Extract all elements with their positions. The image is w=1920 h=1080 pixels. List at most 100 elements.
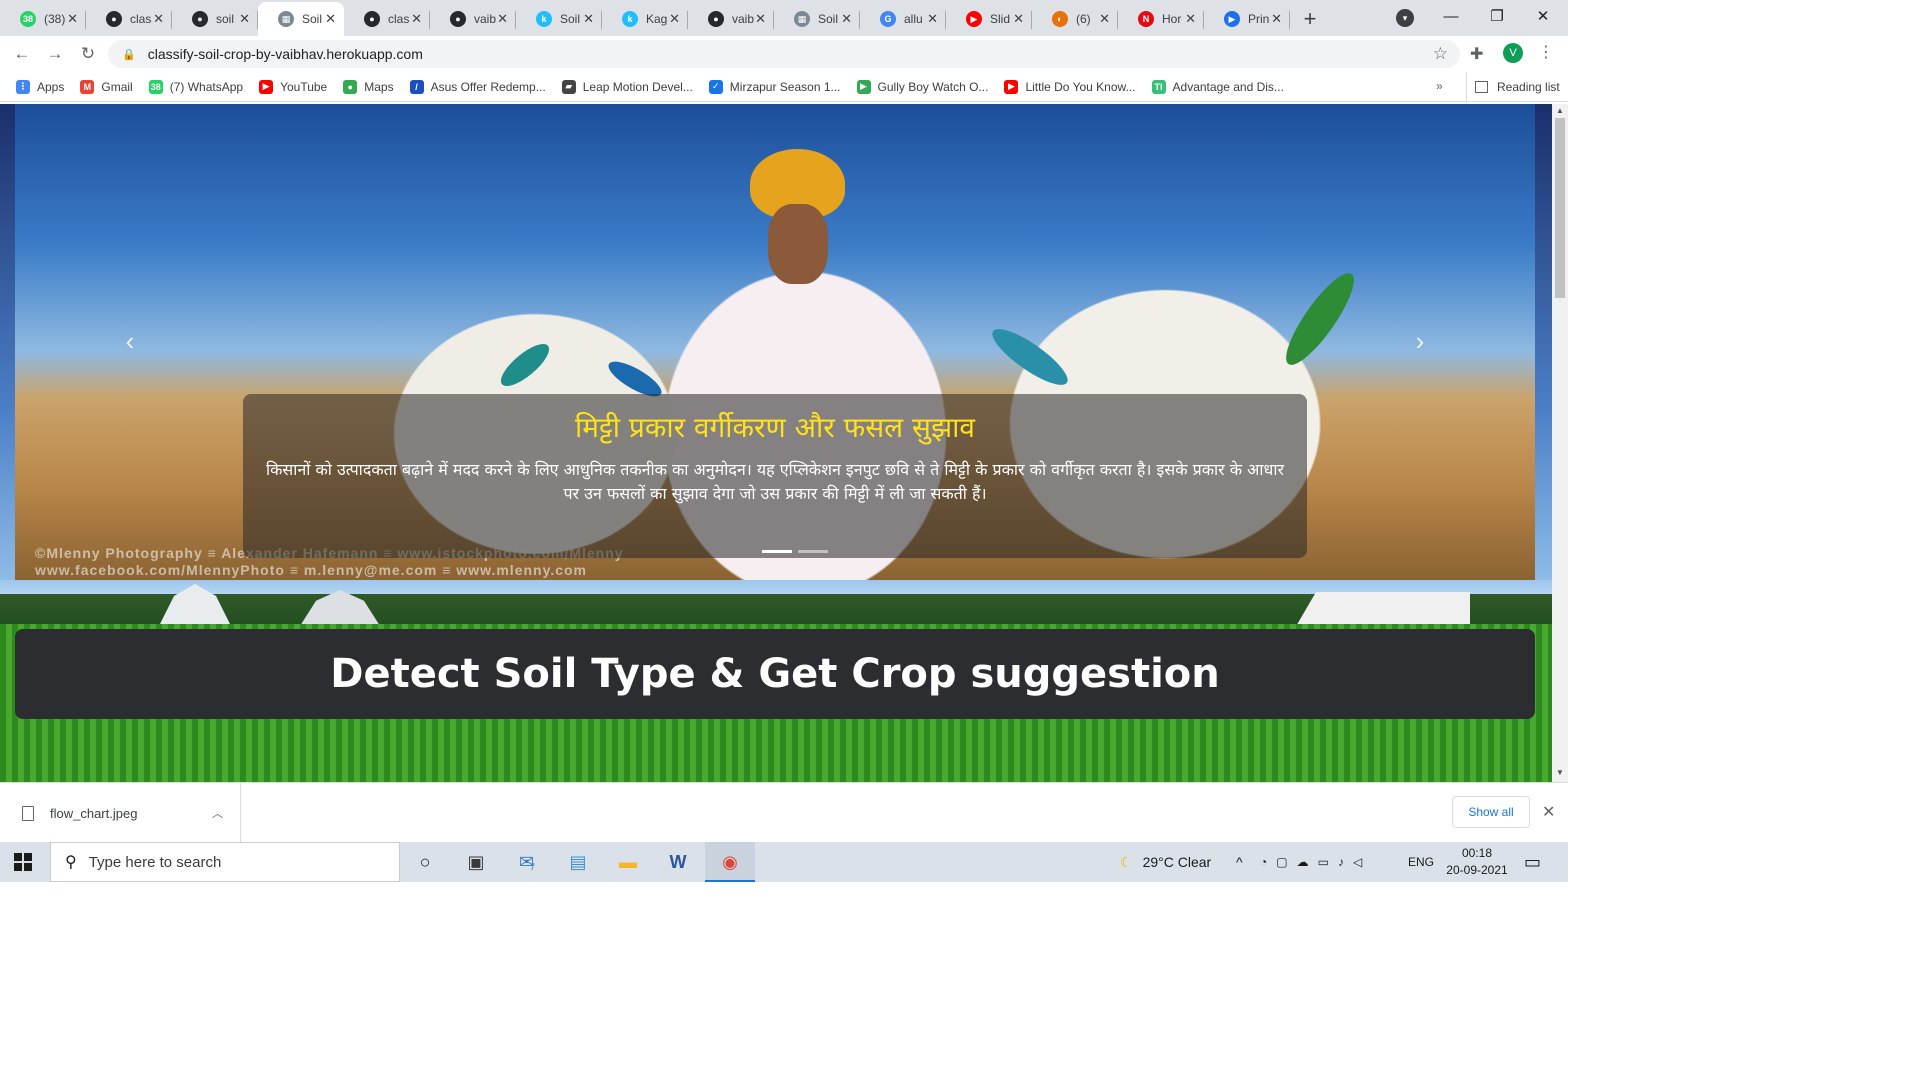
onedrive-icon[interactable]: ☁ [1297, 855, 1309, 869]
browser-tab[interactable]: ▦ Soil ✕ [774, 2, 860, 36]
bookmark-item[interactable]: ▰ Leap Motion Devel... [561, 79, 693, 94]
chrome-icon[interactable]: ◉ [717, 850, 743, 874]
scroll-up-icon[interactable]: ▲ [1556, 106, 1564, 115]
bookmark-item[interactable]: M Gmail [80, 79, 133, 94]
carousel-prev-icon[interactable]: ‹ [115, 326, 145, 356]
lock-icon[interactable]: 🔒 [122, 48, 136, 61]
taskbar-search-box[interactable]: ⚲ Type here to search [50, 842, 400, 882]
close-icon[interactable]: ✕ [1271, 11, 1282, 27]
close-icon[interactable]: ✕ [841, 11, 852, 27]
browser-tab[interactable]: N Hor ✕ [1118, 2, 1204, 36]
reload-icon[interactable]: ↻ [76, 42, 100, 66]
chevron-up-icon[interactable]: ^ [1236, 842, 1243, 882]
file-explorer-icon[interactable]: ▬ [615, 850, 641, 874]
close-icon[interactable]: ✕ [1099, 11, 1110, 27]
browser-tab[interactable]: ● clas ✕ [344, 2, 430, 36]
bookmark-item[interactable]: / Asus Offer Redemp... [409, 79, 546, 94]
close-icon[interactable]: ✕ [239, 11, 250, 27]
whatsapp-icon: 38 [20, 11, 36, 27]
network-icon[interactable]: ◔ [1260, 855, 1267, 869]
close-icon[interactable]: ✕ [755, 11, 766, 27]
close-icon[interactable]: ✕ [153, 11, 164, 27]
browser-menu-icon[interactable]: ⋮ [1538, 42, 1554, 62]
bookmark-item[interactable]: ⋮ Apps [16, 79, 64, 94]
volume-icon[interactable]: ◁ [1353, 855, 1362, 869]
browser-tab[interactable]: 38 (38) ✕ [0, 2, 86, 36]
close-icon[interactable]: ✕ [1185, 11, 1196, 27]
close-icon[interactable]: ✕ [927, 11, 938, 27]
close-icon[interactable]: ✕ [411, 11, 422, 27]
carousel-indicator[interactable] [798, 550, 828, 553]
mail-icon[interactable]: ✉ 7 [514, 850, 540, 874]
system-tray-icons[interactable]: ◔ ▢ ☁ ▭ ♪ ◁ [1260, 842, 1362, 882]
browser-tab[interactable]: ▶ Prin ✕ [1204, 2, 1290, 36]
address-bar[interactable]: 🔒 classify-soil-crop-by-vaibhav.herokuap… [108, 40, 1460, 68]
notifications-icon[interactable]: ▭ [1524, 842, 1541, 882]
language-indicator[interactable]: ENG [1408, 842, 1434, 882]
close-window-button[interactable]: ✕ [1520, 0, 1566, 32]
cortana-circle-icon[interactable]: ○ [412, 850, 438, 874]
pc-folder-icon[interactable]: ▤ [565, 850, 591, 874]
close-icon[interactable]: ✕ [497, 11, 508, 27]
extensions-puzzle-icon[interactable]: ✚ [1470, 44, 1483, 64]
bookmark-item[interactable]: ▶ Little Do You Know... [1004, 79, 1136, 94]
github-icon: ● [364, 11, 380, 27]
tab-title: allu [904, 12, 923, 26]
reading-list-icon [1475, 81, 1488, 93]
scrollbar-thumb[interactable] [1555, 118, 1565, 298]
kaggle-icon: k [622, 11, 638, 27]
tab-search-icon[interactable]: ▾ [1396, 9, 1414, 27]
close-icon[interactable]: ✕ [325, 11, 336, 27]
close-icon[interactable]: ✕ [583, 11, 594, 27]
store-bag-icon[interactable]: ▣ [463, 850, 489, 874]
close-icon[interactable]: ✕ [1013, 11, 1024, 27]
reading-list-button[interactable]: Reading list [1466, 72, 1560, 102]
bookmark-item[interactable]: ● Maps [343, 79, 394, 94]
bookmark-item[interactable]: ▶ YouTube [259, 79, 327, 94]
new-tab-button[interactable]: + [1290, 2, 1330, 36]
scroll-down-icon[interactable]: ▼ [1556, 768, 1564, 777]
url-text[interactable]: classify-soil-crop-by-vaibhav.herokuapp.… [148, 46, 423, 62]
word-icon[interactable]: W [665, 850, 691, 874]
google-icon: G [880, 11, 896, 27]
bookmarks-overflow-icon[interactable]: » [1436, 79, 1443, 93]
browser-tab[interactable]: Gallu ✕ [860, 2, 946, 36]
back-arrow-icon[interactable]: ← [10, 42, 34, 66]
close-icon[interactable]: ✕ [67, 11, 78, 27]
browser-tab[interactable]: ▦ Soil ✕ [258, 2, 344, 36]
github-icon: ● [450, 11, 466, 27]
bookmark-star-icon[interactable]: ☆ [1433, 44, 1448, 64]
browser-tab[interactable]: ▶ Slid ✕ [946, 2, 1032, 36]
browser-tab[interactable]: k Soil ✕ [516, 2, 602, 36]
maximize-button[interactable]: ❐ [1474, 0, 1520, 32]
close-icon[interactable]: ✕ [1542, 802, 1555, 822]
show-all-downloads-button[interactable]: Show all [1452, 796, 1530, 828]
bookmark-item[interactable]: ▶ Gully Boy Watch O... [856, 79, 988, 94]
browser-tab[interactable]: ● clas ✕ [86, 2, 172, 36]
device-icon[interactable]: ▢ [1276, 855, 1287, 869]
profile-avatar[interactable]: V [1503, 43, 1523, 63]
battery-icon[interactable]: ▭ [1318, 855, 1329, 869]
bookmark-item[interactable]: 38 (7) WhatsApp [148, 79, 243, 94]
microphone-icon[interactable]: ♪ [1338, 855, 1344, 869]
page-scrollbar[interactable]: ▲ ▼ [1552, 104, 1568, 782]
browser-tab[interactable]: ● vaib ✕ [688, 2, 774, 36]
download-item[interactable]: flow_chart.jpeg ︿ [0, 783, 241, 843]
carousel-next-icon[interactable]: › [1405, 326, 1435, 356]
browser-tab[interactable]: ◐ (6) ✕ [1032, 2, 1118, 36]
browser-tab[interactable]: ● soil ✕ [172, 2, 258, 36]
taskbar-clock[interactable]: 00:18 20-09-2021 [1440, 845, 1514, 879]
carousel-indicator[interactable] [762, 550, 792, 553]
bookmark-item[interactable]: ✓ Mirzapur Season 1... [708, 79, 841, 94]
weather-widget[interactable]: ☾ 29°C Clear [1120, 842, 1211, 882]
bookmark-item[interactable]: TI Advantage and Dis... [1151, 79, 1284, 94]
close-icon[interactable]: ✕ [669, 11, 680, 27]
windows-start-icon[interactable] [14, 853, 32, 871]
chevron-up-icon[interactable]: ︿ [212, 805, 223, 821]
browser-tab[interactable]: k Kag ✕ [602, 2, 688, 36]
minimize-button[interactable]: — [1428, 0, 1474, 32]
browser-tab[interactable]: ● vaib ✕ [430, 2, 516, 36]
forward-arrow-icon[interactable]: → [43, 42, 67, 66]
file-icon [22, 805, 34, 821]
tab-title: Prin [1248, 12, 1270, 26]
